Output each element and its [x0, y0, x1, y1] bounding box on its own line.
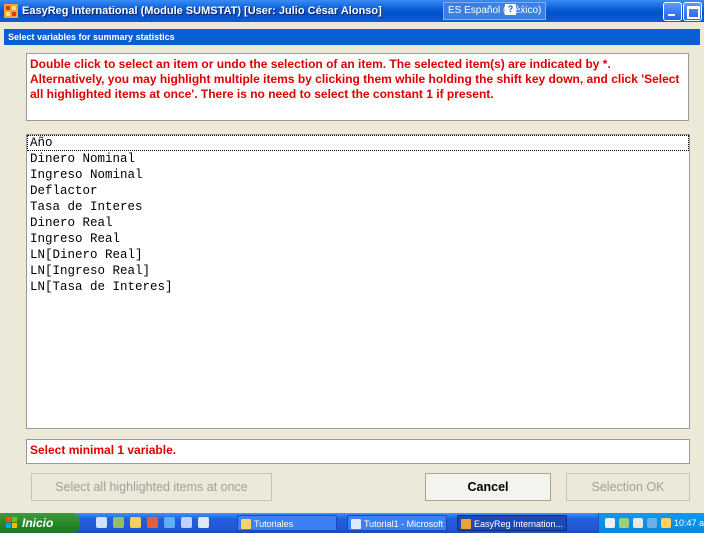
maximize-button[interactable]	[683, 2, 702, 21]
variable-list-item[interactable]: Tasa de Interes	[27, 199, 689, 215]
variable-list-item[interactable]: Deflactor	[27, 183, 689, 199]
variable-list-item[interactable]: Año	[27, 135, 689, 151]
taskbar-item-label: EasyReg Internation...	[474, 519, 564, 529]
system-tray: 10:47 a.m.	[598, 513, 704, 533]
tray-icon[interactable]	[633, 518, 643, 528]
quicklaunch-icon[interactable]	[181, 517, 192, 528]
variable-listbox[interactable]: Año Dinero Nominal Ingreso Nominal Deflacto…	[26, 134, 690, 429]
status-message: Select minimal 1 variable.	[26, 439, 690, 464]
variable-list-item[interactable]: Ingreso Nominal	[27, 167, 689, 183]
folder-icon	[241, 519, 251, 529]
variable-list-item[interactable]: LN[Ingreso Real]	[27, 263, 689, 279]
taskbar-item-label: Tutorial1 - Microsoft ...	[364, 519, 447, 529]
app-icon	[461, 519, 471, 529]
help-icon[interactable]: ?	[505, 4, 516, 15]
start-button[interactable]: Inicio	[0, 513, 80, 533]
taskbar-item-tutorial1[interactable]: Tutorial1 - Microsoft ...	[347, 515, 447, 531]
quicklaunch-icon[interactable]	[130, 517, 141, 528]
taskbar-item-easyreg[interactable]: EasyReg Internation...	[457, 515, 567, 531]
variable-list-item[interactable]: Ingreso Real	[27, 231, 689, 247]
taskbar-item-label: Tutoriales	[254, 519, 294, 529]
taskbar: Inicio Tutoriales Tutorial1 - Microsoft …	[0, 513, 704, 533]
language-options-icon[interactable]: :	[521, 3, 524, 14]
tray-icon[interactable]	[619, 518, 629, 528]
minimize-button[interactable]	[663, 2, 682, 21]
variable-list-item[interactable]: LN[Dinero Real]	[27, 247, 689, 263]
quicklaunch-icon[interactable]	[198, 517, 209, 528]
tray-icon[interactable]	[661, 518, 671, 528]
language-indicator[interactable]: ES Español (México)	[443, 2, 547, 20]
window-titlebar: EasyReg International (Module SUMSTAT) […	[0, 0, 704, 22]
selection-ok-button[interactable]: Selection OK	[566, 473, 690, 501]
quicklaunch-icon[interactable]	[147, 517, 158, 528]
quicklaunch-icon[interactable]	[164, 517, 175, 528]
window-title: EasyReg International (Module SUMSTAT) […	[22, 5, 382, 17]
cancel-button[interactable]: Cancel	[425, 473, 551, 501]
dialog-caption: Select variables for summary statistics	[4, 29, 700, 45]
document-icon	[351, 519, 361, 529]
app-icon	[4, 4, 18, 18]
instructions-text: Double click to select an item or undo t…	[26, 53, 689, 121]
variable-list-item[interactable]: Dinero Real	[27, 215, 689, 231]
start-label: Inicio	[22, 516, 54, 530]
windows-flag-icon	[6, 517, 17, 528]
select-all-highlighted-button[interactable]: Select all highlighted items at once	[31, 473, 272, 501]
variable-list-item[interactable]: LN[Tasa de Interes]	[27, 279, 689, 295]
tray-icon[interactable]	[605, 518, 615, 528]
quicklaunch-icon[interactable]	[113, 517, 124, 528]
taskbar-item-tutoriales[interactable]: Tutoriales	[237, 515, 337, 531]
variable-list-item[interactable]: Dinero Nominal	[27, 151, 689, 167]
clock: 10:47 a.m.	[674, 518, 704, 528]
quicklaunch-icon[interactable]	[96, 517, 107, 528]
tray-icon[interactable]	[647, 518, 657, 528]
